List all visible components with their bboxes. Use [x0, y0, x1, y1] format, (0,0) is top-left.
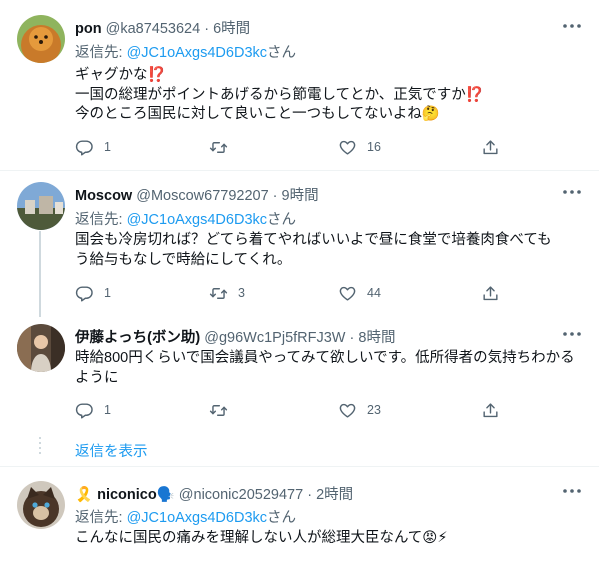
display-name[interactable]: 伊藤よっち(ボン助) [75, 330, 200, 346]
reply-suffix: さん [267, 212, 297, 228]
avatar[interactable] [17, 182, 65, 230]
tweet-line: 一国の総理がポイントあげるから節電してとか、正気ですか⁉️ [75, 86, 484, 103]
tweet-line: 国会も冷房切れば？どてら着てやればいいよで昼に食堂で培養肉食べても [75, 232, 552, 248]
avatar[interactable] [17, 15, 65, 63]
timestamp[interactable]: 8時間 [358, 330, 395, 346]
like-count: 16 [367, 140, 381, 154]
retweet-arrows-icon [209, 284, 228, 303]
reply-button[interactable]: 1 [75, 137, 111, 157]
tweet-card[interactable]: 🎗️ niconico🗣️ @niconic20529477 · 2時間 返信先… [0, 467, 599, 561]
reply-prefix: 返信先: [75, 45, 127, 61]
avatar[interactable] [17, 324, 65, 372]
like-count: 44 [367, 286, 381, 300]
action-bar: 1 16 [75, 137, 515, 157]
display-name[interactable]: pon [75, 21, 102, 37]
more-dots-icon[interactable] [560, 17, 584, 35]
tweet-line: ように [75, 369, 119, 386]
share-upload-icon [481, 401, 500, 420]
tweet-card[interactable]: pon @ka87453624 · 6時間 返信先: @JC1oAxgs4D6D… [0, 0, 599, 170]
display-name[interactable]: Moscow [75, 188, 132, 204]
reply-mention-link[interactable]: @JC1oAxgs4D6D3kc [127, 510, 267, 526]
action-bar: 1 3 44 [75, 283, 515, 303]
reply-prefix: 返信先: [75, 510, 127, 526]
thread-line [39, 231, 41, 317]
tweet-line: ギャグかな⁉️ [75, 67, 166, 83]
action-bar: 1 23 [75, 400, 515, 420]
more-dots-icon[interactable] [560, 183, 584, 201]
share-button[interactable] [481, 283, 500, 303]
retweet-button[interactable]: 3 [209, 283, 245, 303]
avatar[interactable] [17, 481, 65, 529]
speech-bubble-icon [75, 284, 94, 303]
retweet-button[interactable] [209, 400, 238, 420]
reply-suffix: さん [267, 510, 297, 526]
display-name[interactable]: 🎗️ niconico🗣️ [75, 487, 175, 503]
tweet-card[interactable]: 伊藤よっち(ボン助) @g96Wc1Pj5fRFJ3W · 8時間 時給800円… [0, 311, 599, 431]
like-count: 23 [367, 403, 381, 417]
user-handle[interactable]: @Moscow67792207 [136, 188, 268, 204]
speech-bubble-icon [75, 138, 94, 157]
share-button[interactable] [481, 400, 500, 420]
separator: · [268, 188, 282, 204]
tweet-line: こんなに国民の痛みを理解しない人が総理大臣なんて😡⚡ [75, 530, 448, 546]
share-button[interactable] [481, 137, 500, 157]
user-handle[interactable]: @niconic20529477 [179, 487, 303, 503]
user-handle[interactable]: @g96Wc1Pj5fRFJ3W [204, 330, 345, 346]
reply-mention-link[interactable]: @JC1oAxgs4D6D3kc [127, 212, 267, 228]
separator: · [345, 330, 359, 346]
heart-icon [338, 138, 357, 157]
tweet-text: ギャグかな⁉️ 一国の総理がポイントあげるから節電してとか、正気ですか⁉️ 今の… [75, 66, 585, 125]
reply-suffix: さん [267, 45, 297, 61]
like-button[interactable]: 44 [338, 283, 381, 303]
retweet-count: 3 [238, 286, 245, 300]
share-upload-icon [481, 284, 500, 303]
timestamp[interactable]: 2時間 [316, 487, 353, 503]
tweet-header: 🎗️ niconico🗣️ @niconic20529477 · 2時間 [75, 483, 353, 504]
reply-mention-link[interactable]: @JC1oAxgs4D6D3kc [127, 45, 267, 61]
like-button[interactable]: 23 [338, 400, 381, 420]
tweet-line: 時給800円くらいで国会議員やってみて欲しいです。低所得者の気持ちわかる [75, 350, 575, 366]
reply-count: 1 [104, 286, 111, 300]
tweet-header: 伊藤よっち(ボン助) @g96Wc1Pj5fRFJ3W · 8時間 [75, 326, 395, 347]
heart-icon [338, 401, 357, 420]
tweet-line: う給与もなしで時給にしてくれ。 [75, 251, 292, 268]
reply-button[interactable]: 1 [75, 400, 111, 420]
separator: · [303, 487, 317, 503]
tweet-text: 時給800円くらいで国会議員やってみて欲しいです。低所得者の気持ちわかる ように [75, 349, 585, 388]
tweet-card[interactable]: Moscow @Moscow67792207 · 9時間 返信先: @JC1oA… [0, 171, 599, 317]
reply-button[interactable]: 1 [75, 283, 111, 303]
reply-context: 返信先: @JC1oAxgs4D6D3kcさん [75, 41, 296, 62]
tweet-header: Moscow @Moscow67792207 · 9時間 [75, 184, 319, 205]
tweet-text: こんなに国民の痛みを理解しない人が総理大臣なんて😡⚡ [75, 529, 585, 549]
speech-bubble-icon [75, 401, 94, 420]
user-handle[interactable]: @ka87453624 [106, 21, 201, 37]
tweet-text: 国会も冷房切れば？どてら着てやればいいよで昼に食堂で培養肉食べても う給与もなし… [75, 231, 585, 270]
reply-context: 返信先: @JC1oAxgs4D6D3kcさん [75, 208, 296, 229]
share-upload-icon [481, 138, 500, 157]
reply-count: 1 [104, 140, 111, 154]
heart-icon [338, 284, 357, 303]
timestamp[interactable]: 6時間 [213, 21, 250, 37]
show-replies-link[interactable]: 返信を表示 [75, 440, 148, 461]
retweet-arrows-icon [209, 401, 228, 420]
reply-context: 返信先: @JC1oAxgs4D6D3kcさん [75, 506, 296, 527]
separator: · [200, 21, 214, 37]
timestamp[interactable]: 9時間 [282, 188, 319, 204]
reply-count: 1 [104, 403, 111, 417]
more-dots-icon[interactable] [560, 325, 584, 343]
reply-prefix: 返信先: [75, 212, 127, 228]
retweet-button[interactable] [209, 137, 238, 157]
tweet-line: 今のところ国民に対して良いこと一つもしてないよね🤔 [75, 106, 440, 122]
thread-dots [39, 437, 41, 457]
more-dots-icon[interactable] [560, 482, 584, 500]
retweet-arrows-icon [209, 138, 228, 157]
like-button[interactable]: 16 [338, 137, 381, 157]
tweet-header: pon @ka87453624 · 6時間 [75, 17, 250, 38]
